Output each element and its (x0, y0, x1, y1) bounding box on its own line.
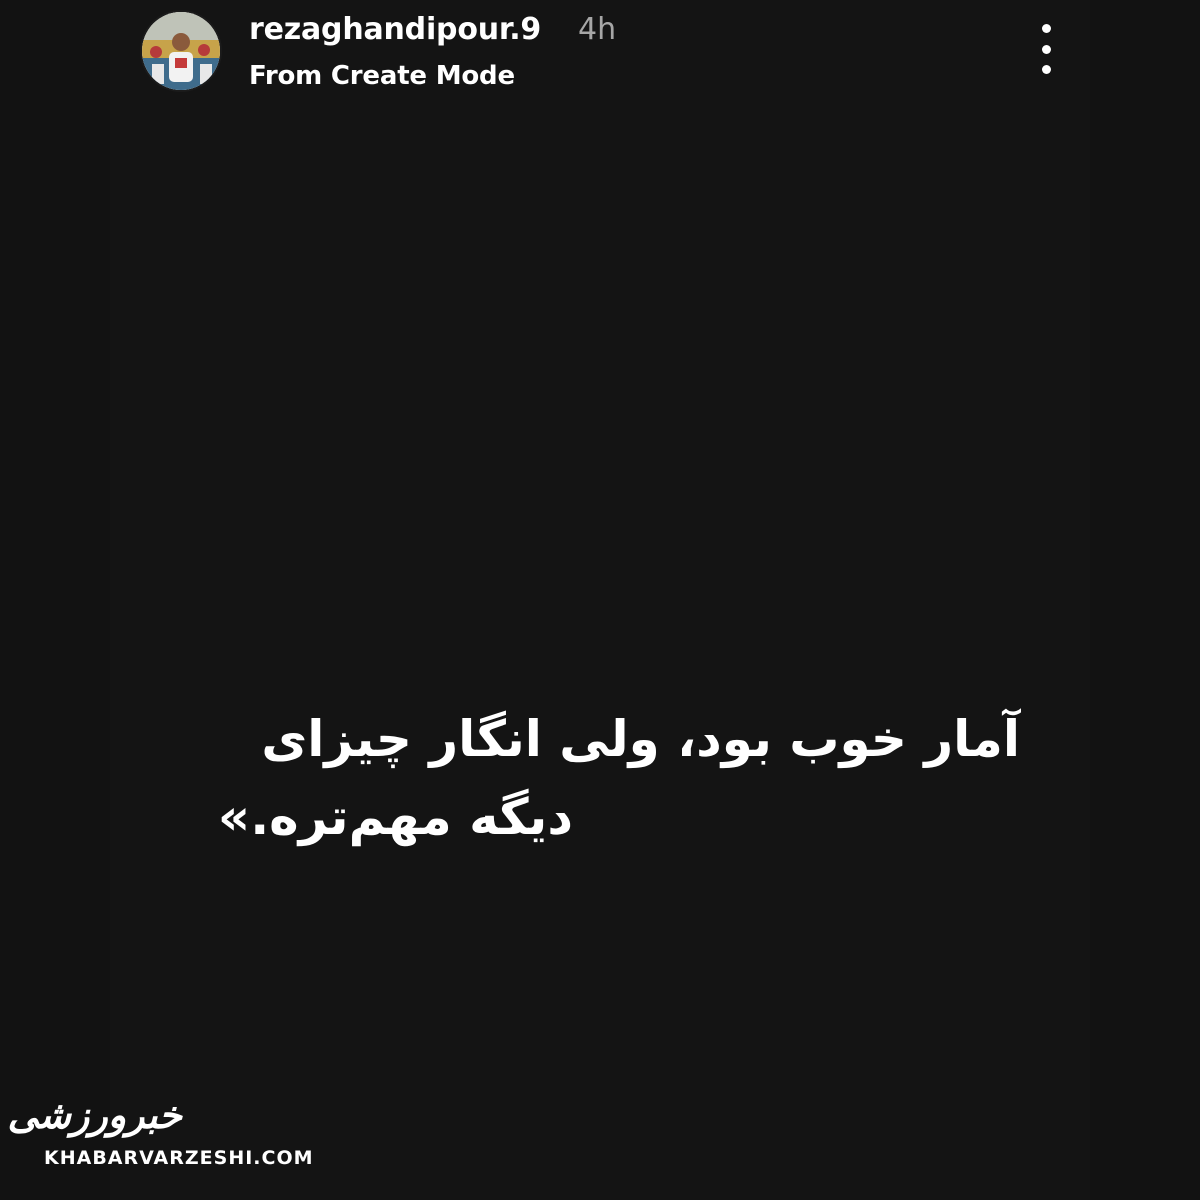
story-source-label[interactable]: From Create Mode (249, 58, 515, 94)
left-edge (0, 0, 110, 1200)
username[interactable]: rezaghandipour.9 (249, 10, 541, 50)
story-caption-line-2: دیگه مهم‌تره.» (217, 788, 573, 846)
more-dot (1041, 24, 1051, 33)
more-options-icon[interactable] (1026, 24, 1066, 74)
watermark-logo: خبرورزشی (7, 1092, 183, 1137)
post-time: 4h (578, 12, 617, 47)
watermark-domain: KHABARVARZESHI.COM (44, 1147, 314, 1169)
right-edge (1090, 0, 1200, 1200)
story-view (110, 0, 1090, 1200)
profile-avatar[interactable] (142, 12, 220, 90)
more-dot (1041, 65, 1051, 74)
story-caption: آمار خوب بود، ولی انگار چیزای دیگه مهم‌ت… (180, 700, 1020, 856)
story-caption-line-1: آمار خوب بود، ولی انگار چیزای (261, 710, 1020, 768)
profile-photo-icon (142, 12, 220, 90)
more-dot (1041, 44, 1051, 54)
